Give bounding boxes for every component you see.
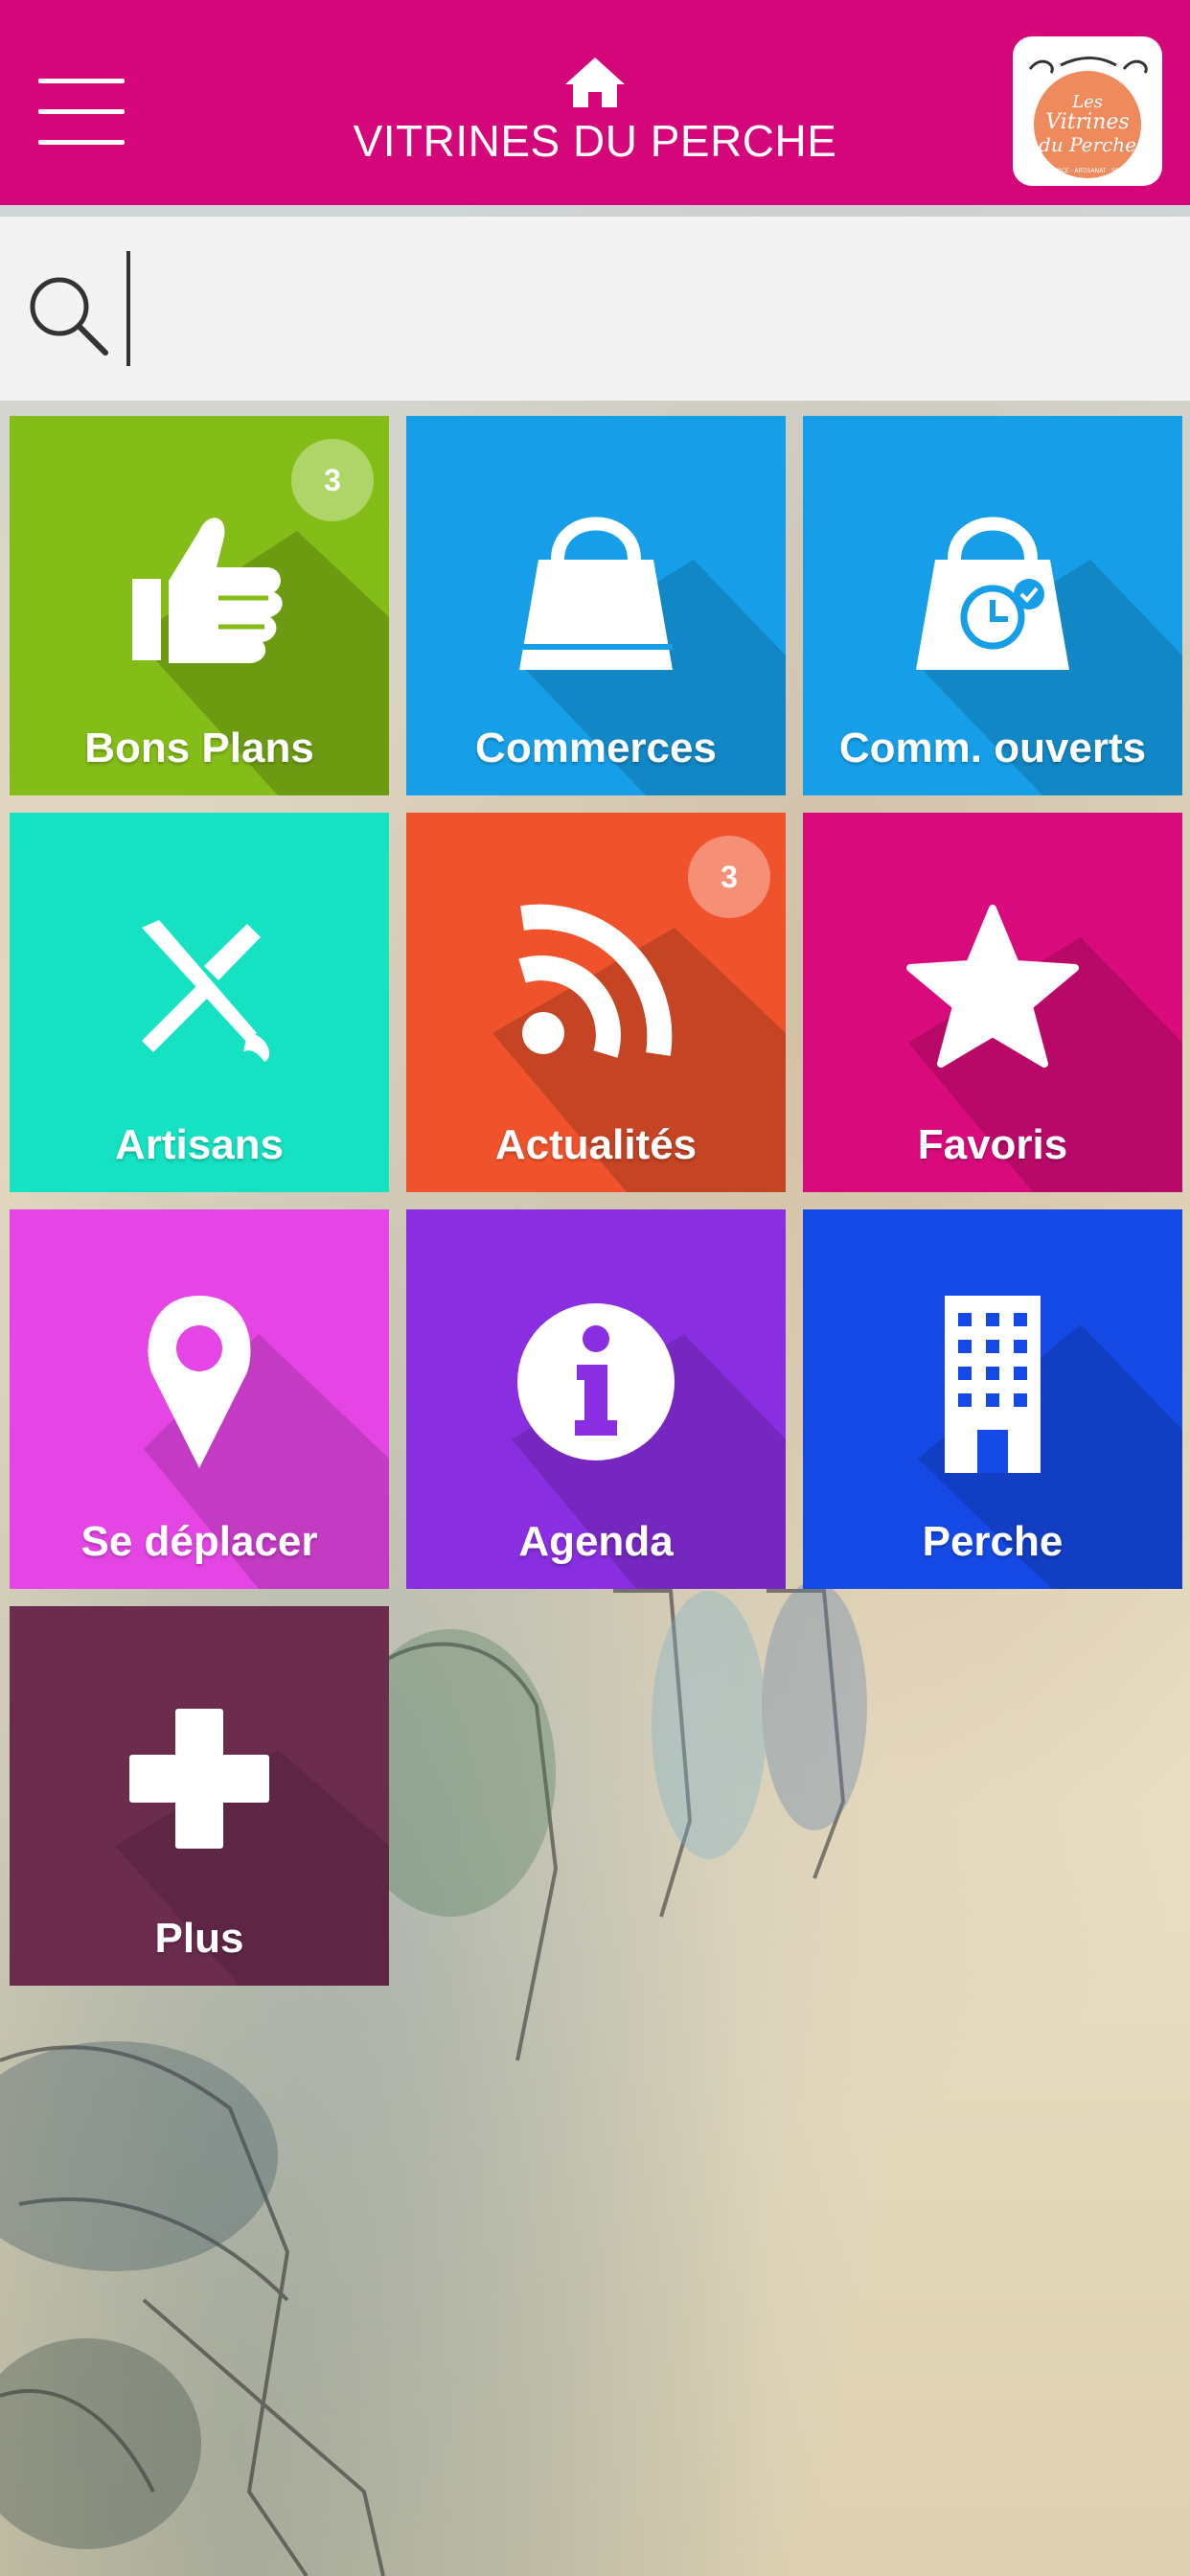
tile-label: Perche bbox=[922, 1518, 1064, 1565]
tile-label: Commerces bbox=[475, 724, 717, 771]
logo-text-perche: du Perche bbox=[1039, 133, 1136, 156]
tile-commerces[interactable]: Commerces bbox=[406, 416, 786, 795]
tile-actualites[interactable]: 3 Actualités bbox=[406, 813, 786, 1192]
rss-feed-icon bbox=[518, 904, 673, 1058]
search-icon[interactable] bbox=[25, 272, 111, 358]
home-icon[interactable] bbox=[563, 56, 627, 109]
tile-label: Bons Plans bbox=[84, 724, 314, 771]
vitrines-du-perche-logo[interactable]: Les Vitrines du Perche COMMERCE · ARTISA… bbox=[1013, 36, 1162, 186]
building-icon bbox=[945, 1296, 1041, 1473]
tile-artisans[interactable]: Artisans bbox=[10, 813, 389, 1192]
tools-icon bbox=[142, 920, 270, 1062]
tile-label: Agenda bbox=[518, 1518, 674, 1565]
tile-label: Artisans bbox=[114, 1121, 285, 1168]
search-bar bbox=[0, 217, 1190, 401]
info-icon bbox=[517, 1303, 675, 1460]
shopping-bag-clock-icon bbox=[916, 517, 1069, 670]
bons-plans-badge: 3 bbox=[291, 439, 374, 521]
app-header: VITRINES DU PERCHE Les Vitrines du Perch… bbox=[0, 0, 1190, 205]
tile-label: Se déplacer bbox=[80, 1518, 318, 1565]
map-pin-icon bbox=[148, 1296, 251, 1468]
tile-bons-plans[interactable]: 3 Bons Plans bbox=[10, 416, 389, 795]
shopping-bag-icon bbox=[519, 517, 673, 670]
tile-label: Plus bbox=[154, 1915, 244, 1962]
logo-subtext: COMMERCE · ARTISANAT · SERVICES bbox=[1036, 168, 1140, 174]
tile-se-deplacer[interactable]: Se déplacer bbox=[10, 1209, 389, 1589]
thumbs-up-icon bbox=[132, 518, 283, 663]
app-title: VITRINES DU PERCHE bbox=[353, 116, 837, 166]
tile-comm-ouverts[interactable]: Comm. ouverts bbox=[803, 416, 1182, 795]
tile-label: Comm. ouverts bbox=[838, 724, 1147, 771]
plus-icon bbox=[129, 1709, 269, 1849]
logo-text-les: Les bbox=[1071, 92, 1103, 112]
search-input[interactable] bbox=[126, 251, 1142, 366]
tile-favoris[interactable]: Favoris bbox=[803, 813, 1182, 1192]
tile-perche[interactable]: Perche bbox=[803, 1209, 1182, 1589]
star-icon bbox=[906, 905, 1079, 1068]
tile-agenda[interactable]: Agenda bbox=[406, 1209, 786, 1589]
tile-label: Favoris bbox=[917, 1121, 1068, 1168]
logo-text-vitrines: Vitrines bbox=[1045, 110, 1129, 134]
tile-plus[interactable]: Plus bbox=[10, 1606, 389, 1986]
actualites-badge: 3 bbox=[688, 836, 770, 918]
tile-label: Actualités bbox=[494, 1121, 698, 1168]
